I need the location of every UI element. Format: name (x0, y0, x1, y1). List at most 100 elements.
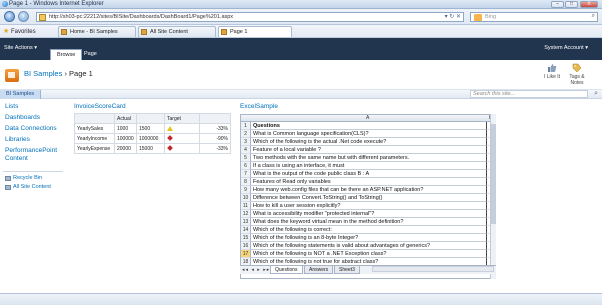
question-cell[interactable]: How many web.config files that can be th… (251, 186, 487, 194)
tab-page-icon (141, 29, 147, 35)
browser-tab-home[interactable]: Home - BI Samples (58, 26, 136, 37)
excel-vertical-scrollbar[interactable] (490, 114, 496, 279)
search-icon[interactable]: ⌕ (594, 90, 598, 98)
question-cell[interactable]: If a class is using an interface, it mus… (251, 162, 487, 170)
row-header[interactable]: 16 (241, 242, 251, 250)
question-cell[interactable]: Which of the following is NOT a .NET Exc… (251, 250, 487, 258)
address-input[interactable]: http://sh03-pc:22212/sites/BISite/Dashbo… (36, 12, 464, 22)
recycle-bin-icon (5, 176, 11, 181)
favorites-star-icon: ★ (3, 28, 10, 35)
sheet-header-cell[interactable]: Questions (251, 122, 487, 130)
favorites-bar: ★ Favorites Home - BI Samples All Site C… (0, 25, 602, 38)
kpi-indicator (164, 123, 200, 134)
user-menu[interactable]: System Account ▾ (544, 45, 588, 51)
scorecard-header (136, 113, 165, 124)
kpi-actual: 1000 (114, 123, 137, 134)
all-site-content-link[interactable]: All Site Content (5, 184, 51, 190)
row-header[interactable]: 13 (241, 218, 251, 226)
scorecard-row[interactable]: YearlySales 1000 1500 -33% (74, 123, 231, 134)
kpi-name: YearlySales (74, 123, 115, 134)
kpi-target: 15000 (136, 143, 165, 154)
row-header[interactable]: 4 (241, 146, 251, 154)
column-header-a[interactable]: A (366, 115, 369, 121)
row-header[interactable]: 2 (241, 130, 251, 138)
question-cell[interactable]: Two methods with the same name but with … (251, 154, 487, 162)
question-cell[interactable]: Which of the following is an 8-byte Inte… (251, 234, 487, 242)
row-header[interactable]: 6 (241, 162, 251, 170)
close-button[interactable]: X (580, 1, 598, 8)
quick-launch-dashboards[interactable]: Dashboards (5, 114, 40, 121)
forward-icon[interactable]: › (18, 11, 29, 22)
row-header[interactable]: 1 (241, 122, 251, 130)
kpi-indicator (164, 143, 200, 154)
question-cell[interactable]: What does the keyword virtual mean in th… (251, 218, 487, 226)
breadcrumb: BI Samples › Page 1 (24, 69, 93, 78)
tab-page[interactable]: Page (78, 49, 103, 60)
tab-label: Page 1 (230, 29, 248, 35)
excel-grid[interactable]: A B 1Questions2What is Common language s… (240, 114, 496, 279)
scorecard-header: Target (164, 113, 200, 124)
question-cell[interactable]: Which of the following is correct: (251, 226, 487, 234)
search-input[interactable]: Bing ⌕ (470, 12, 598, 22)
quick-launch-lists[interactable]: Lists (5, 103, 18, 110)
address-toolbar: ‹ › http://sh03-pc:22212/sites/BISite/Da… (0, 9, 602, 25)
site-search-input[interactable]: Search this site... ⌕ (470, 90, 598, 98)
i-like-it-button[interactable]: I Like It (541, 63, 563, 80)
sheet-tab-questions[interactable]: Questions (270, 266, 303, 274)
back-icon[interactable]: ‹ (4, 11, 15, 22)
question-cell[interactable]: Feature of a local variable ? (251, 146, 487, 154)
question-cell[interactable]: Difference between Convert.ToString() an… (251, 194, 487, 202)
row-header[interactable]: 12 (241, 210, 251, 218)
kpi-name: YearlyIncome (74, 133, 115, 144)
excel-horizontal-scrollbar[interactable] (372, 266, 494, 272)
question-cell[interactable]: How to kill a user session explicitly? (251, 202, 487, 210)
scorecard-row[interactable]: YearlyIncome 100000 1000000 -90% (74, 133, 231, 144)
row-header[interactable]: 14 (241, 226, 251, 234)
recycle-bin-link[interactable]: Recycle Bin (5, 175, 42, 181)
scorecard-header-row: Actual Target (74, 113, 231, 124)
site-content-icon (5, 185, 11, 190)
question-cell[interactable]: Features of Read only variables (251, 178, 487, 186)
question-cell[interactable]: What is Common language specification(CL… (251, 130, 487, 138)
question-cell[interactable]: Which of the following statements is val… (251, 242, 487, 250)
question-cell[interactable]: Which of the following is the actual .Ne… (251, 138, 487, 146)
row-header[interactable]: 17 (241, 250, 251, 258)
favorites-button[interactable]: ★ Favorites (3, 27, 36, 35)
off-target-diamond-icon (167, 145, 173, 152)
tags-notes-button[interactable]: Tags & Notes (566, 63, 588, 86)
quick-launch-libraries[interactable]: Libraries (5, 136, 30, 143)
row-header[interactable]: 8 (241, 178, 251, 186)
browser-tab-all-site-content[interactable]: All Site Content (138, 26, 216, 37)
row-header[interactable]: 9 (241, 186, 251, 194)
row-header[interactable]: 15 (241, 234, 251, 242)
minimize-button[interactable]: – (551, 1, 564, 8)
row-header[interactable]: 3 (241, 138, 251, 146)
top-nav-bi-samples[interactable]: BI Samples (0, 90, 42, 99)
row-header[interactable]: 7 (241, 170, 251, 178)
question-cell[interactable]: What is accessibility modifier "protecte… (251, 210, 487, 218)
quick-launch-performancepoint[interactable]: PerformancePoint Content (5, 147, 67, 163)
kpi-target: 1000000 (136, 133, 165, 144)
breadcrumb-site[interactable]: BI Samples (24, 69, 62, 78)
refresh-stop-icons[interactable]: ▾ ↻ ✕ (445, 13, 461, 20)
sheet-tab-sheet3[interactable]: Sheet3 (334, 266, 360, 274)
maximize-button[interactable]: □ (565, 1, 578, 8)
site-actions-menu[interactable]: Site Actions ▾ (4, 45, 37, 51)
search-icon[interactable]: ⌕ (592, 13, 595, 20)
sheet-nav-arrows-icon[interactable]: ◂◂ ◂ ▸ ▸▸ (242, 267, 270, 273)
scorecard-row[interactable]: YearlyExpense 20000 15000 -33% (74, 143, 231, 154)
row-header[interactable]: 5 (241, 154, 251, 162)
sheet-tab-answers[interactable]: Answers (304, 266, 334, 274)
question-cell[interactable]: What is the output of the code public cl… (251, 170, 487, 178)
kpi-variance: -33% (199, 143, 231, 154)
scorecard-title[interactable]: InvoiceScoreCard (74, 103, 126, 110)
thumbs-up-icon (548, 64, 557, 72)
breadcrumb-separator: › (64, 69, 67, 78)
quick-launch-data-connections[interactable]: Data Connections (5, 125, 57, 132)
browser-status-bar (0, 293, 602, 305)
browser-tab-page-1[interactable]: Page 1 (218, 26, 292, 37)
scrollbar-thumb[interactable] (491, 124, 496, 224)
row-header[interactable]: 11 (241, 202, 251, 210)
row-header[interactable]: 10 (241, 194, 251, 202)
excel-title[interactable]: ExcelSample (240, 103, 278, 110)
